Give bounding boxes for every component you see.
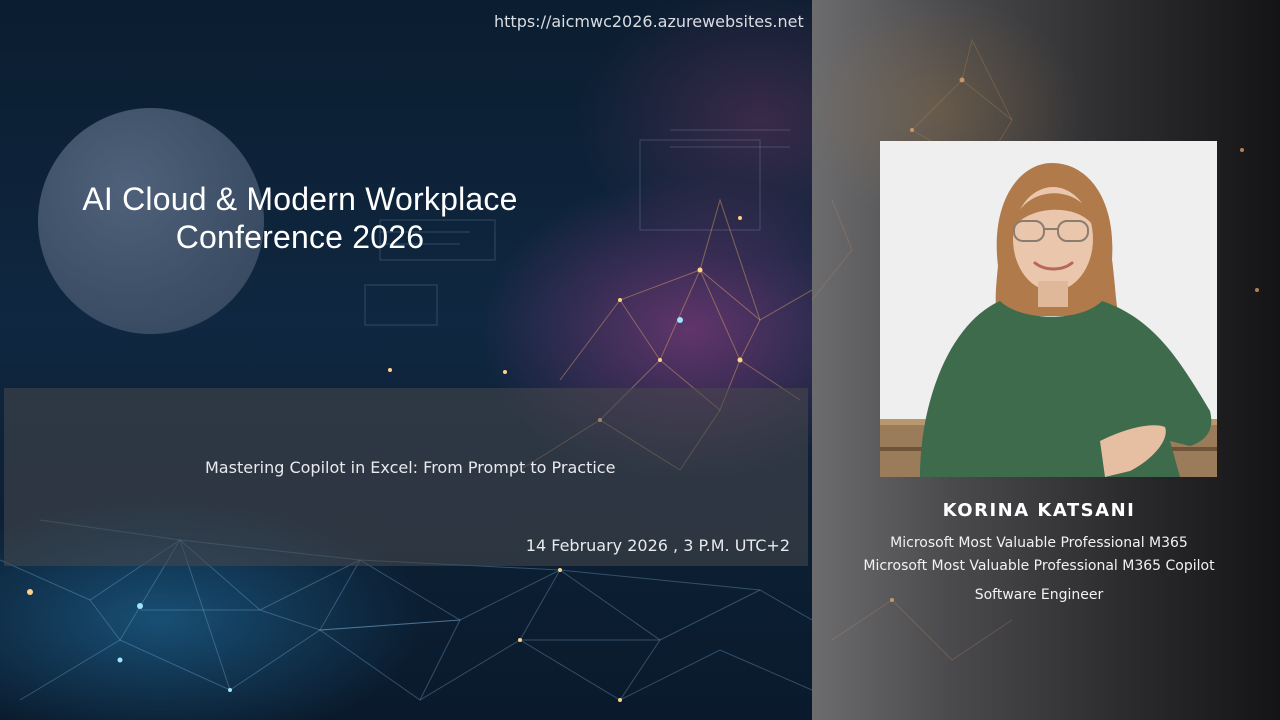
- speaker-photo: [880, 141, 1217, 477]
- speaker-name: KORINA KATSANI: [942, 500, 1136, 521]
- conference-url: https://aicmwc2026.azurewebsites.net: [494, 12, 804, 31]
- conference-title-line-2: Conference 2026: [175, 219, 425, 255]
- network-lines-graphic: [0, 129, 812, 702]
- speaker-role-2: Microsoft Most Valuable Professional M36…: [863, 558, 1215, 574]
- speaker-role-3: Software Engineer: [974, 587, 1104, 603]
- session-datetime: 14 February 2026 , 3 P.M. UTC+2: [525, 536, 790, 555]
- network-background: [0, 0, 812, 720]
- session-title: Mastering Copilot in Excel: From Prompt …: [205, 458, 616, 477]
- speaker-portrait-graphic: [880, 141, 1217, 477]
- conference-title-line-1: AI Cloud & Modern Workplace: [82, 181, 518, 217]
- speaker-role-1: Microsoft Most Valuable Professional M36…: [890, 535, 1188, 551]
- speaker-slide: https://aicmwc2026.azurewebsites.net AI …: [0, 0, 1280, 720]
- conference-title: AI Cloud & Modern Workplace Conference 2…: [40, 180, 560, 256]
